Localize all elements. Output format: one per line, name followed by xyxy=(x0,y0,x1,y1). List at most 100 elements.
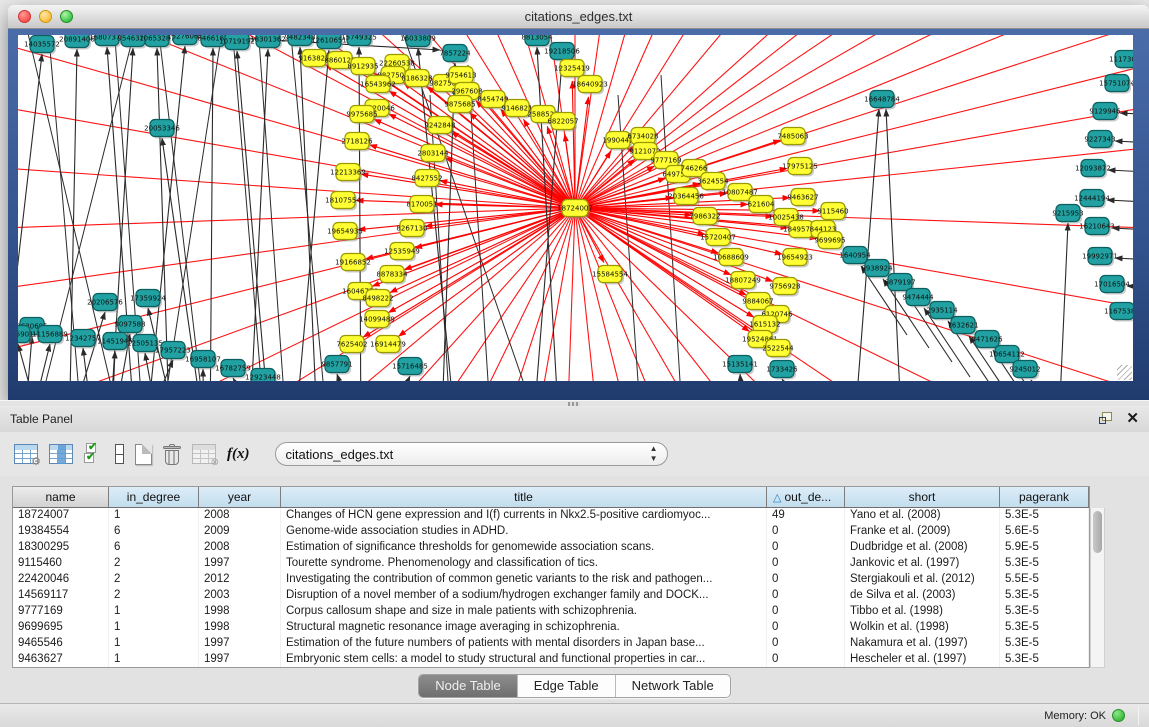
graph-node-yellow[interactable]: 9699695 xyxy=(814,232,845,251)
cell-year[interactable]: 1997 xyxy=(199,652,281,667)
cell-in_degree[interactable]: 1 xyxy=(109,620,199,636)
delete-table-button[interactable]: ⊗ xyxy=(192,444,216,464)
graph-node-yellow[interactable]: 8427552 xyxy=(411,170,442,189)
cell-pagerank[interactable]: 5.3E-5 xyxy=(1000,556,1089,572)
table-row[interactable]: 911546021997Tourette syndrome. Phenomeno… xyxy=(13,556,1089,572)
graph-node-teal[interactable]: 9227343 xyxy=(1084,131,1115,150)
graph-node-yellow[interactable]: 9242848 xyxy=(424,117,455,136)
graph-node-yellow[interactable]: 8912935 xyxy=(347,58,378,77)
cell-name[interactable]: 19384554 xyxy=(13,524,109,540)
cell-year[interactable]: 2009 xyxy=(199,524,281,540)
cell-out_de[interactable]: 0 xyxy=(767,636,845,652)
show-columns-button[interactable] xyxy=(49,444,73,464)
cell-pagerank[interactable]: 5.3E-5 xyxy=(1000,620,1089,636)
table-row[interactable]: 946554611997Estimation of the future num… xyxy=(13,636,1089,652)
graph-node-yellow[interactable]: 10688609 xyxy=(713,249,749,268)
cell-title[interactable]: Estimation of significance thresholds fo… xyxy=(281,540,767,556)
cell-title[interactable]: Tourette syndrome. Phenomenology and cla… xyxy=(281,556,767,572)
graph-node-teal[interactable]: 7857224 xyxy=(439,45,471,64)
cell-title[interactable]: Structural magnetic resonance image aver… xyxy=(281,620,767,636)
graph-node-teal[interactable]: 12093872 xyxy=(1075,160,1111,179)
graph-node-teal[interactable]: 8813054 xyxy=(521,35,553,48)
cell-year[interactable]: 2008 xyxy=(199,508,281,524)
row-height-button[interactable] xyxy=(115,444,124,464)
tab-edge-table[interactable]: Edge Table xyxy=(518,675,616,697)
graph-node-yellow[interactable]: 19654935 xyxy=(327,223,363,242)
graph-node-yellow[interactable]: 2522544 xyxy=(762,340,794,359)
cell-short[interactable]: Hescheler et al. (1997) xyxy=(845,652,1000,667)
cell-out_de[interactable]: 0 xyxy=(767,556,845,572)
close-panel-icon[interactable]: ✕ xyxy=(1126,412,1139,426)
cell-short[interactable]: Jankovic et al. (1997) xyxy=(845,556,1000,572)
cell-out_de[interactable]: 0 xyxy=(767,524,845,540)
graph-node-teal[interactable]: 19992971 xyxy=(1082,248,1118,267)
window-titlebar[interactable]: citations_edges.txt xyxy=(8,5,1149,29)
cell-year[interactable]: 1997 xyxy=(199,556,281,572)
table-row[interactable]: 2242004622012Investigating the contribut… xyxy=(13,572,1089,588)
graph-node-teal[interactable]: 9215953 xyxy=(1052,205,1083,224)
cell-title[interactable]: Genome-wide association studies in ADHD. xyxy=(281,524,767,540)
network-canvas[interactable]: 1403557220891406168073739546327106532871… xyxy=(18,35,1133,381)
column-header-pagerank[interactable]: pagerank xyxy=(1000,487,1089,508)
cell-pagerank[interactable]: 5.3E-5 xyxy=(1000,636,1089,652)
table-chooser-dropdown[interactable]: citations_edges.txt ▲▼ xyxy=(275,442,668,466)
cell-short[interactable]: de Silva et al. (2003) xyxy=(845,588,1000,604)
table-row[interactable]: 969969511998Structural magnetic resonanc… xyxy=(13,620,1089,636)
graph-node-teal[interactable]: 16648784 xyxy=(864,91,900,110)
graph-node-teal[interactable]: 17359924 xyxy=(130,290,166,309)
cell-short[interactable]: Stergiakouli et al. (2012) xyxy=(845,572,1000,588)
graph-node-yellow[interactable]: 7485063 xyxy=(777,128,808,147)
select-rows-button[interactable]: ✔✔ xyxy=(84,443,104,465)
graph-node-yellow[interactable]: 14099489 xyxy=(359,311,395,330)
graph-node-teal[interactable]: 15716485 xyxy=(392,358,428,377)
resize-grip-icon[interactable] xyxy=(1117,365,1132,380)
graph-node-teal[interactable]: 16033809 xyxy=(400,35,436,49)
graph-node-teal[interactable]: 12444194 xyxy=(1074,190,1110,209)
cell-name[interactable]: 9115460 xyxy=(13,556,109,572)
graph-node-yellow[interactable]: 7986322 xyxy=(689,208,720,227)
graph-node-yellow[interactable]: 16914479 xyxy=(370,336,406,355)
create-column-button[interactable] xyxy=(135,444,152,465)
delete-columns-button[interactable] xyxy=(163,444,181,465)
cell-title[interactable]: Embryonic stem cells: a model to study s… xyxy=(281,652,767,667)
graph-node-yellow[interactable]: 2718126 xyxy=(341,133,373,152)
cell-name[interactable]: 9465546 xyxy=(13,636,109,652)
table-row[interactable]: 1872400712008Changes of HCN gene express… xyxy=(13,508,1089,524)
graph-node-teal[interactable]: 9857791 xyxy=(321,356,352,375)
cell-name[interactable]: 9463627 xyxy=(13,652,109,667)
cell-title[interactable]: Changes of HCN gene expression and I(f) … xyxy=(281,508,767,524)
graph-node-yellow[interactable]: 18107554 xyxy=(325,192,361,211)
cell-pagerank[interactable]: 5.5E-5 xyxy=(1000,572,1089,588)
cell-in_degree[interactable]: 1 xyxy=(109,652,199,667)
cell-title[interactable]: Estimation of the future numbers of pati… xyxy=(281,636,767,652)
cell-pagerank[interactable]: 5.6E-5 xyxy=(1000,524,1089,540)
cell-year[interactable]: 2008 xyxy=(199,540,281,556)
cell-title[interactable]: Disruption of a novel member of a sodium… xyxy=(281,588,767,604)
column-header-name[interactable]: name xyxy=(13,487,109,508)
function-builder-button[interactable]: f(x) xyxy=(227,446,250,463)
graph-node-teal[interactable]: 9474444 xyxy=(902,289,934,308)
graph-node-yellow[interactable]: 9463627 xyxy=(787,189,818,208)
graph-node-yellow[interactable]: 19166852 xyxy=(335,254,371,273)
graph-node-yellow[interactable]: 8170051 xyxy=(406,196,437,215)
cell-year[interactable]: 1998 xyxy=(199,604,281,620)
graph-node-teal[interactable]: 11173054 xyxy=(1109,51,1133,70)
cell-pagerank[interactable]: 5.9E-5 xyxy=(1000,540,1089,556)
tab-network-table[interactable]: Network Table xyxy=(616,675,730,697)
cell-name[interactable]: 9777169 xyxy=(13,604,109,620)
cell-name[interactable]: 9699695 xyxy=(13,620,109,636)
graph-node-yellow[interactable]: 12535949 xyxy=(384,243,420,262)
graph-node-yellow[interactable]: 15584554 xyxy=(592,266,628,285)
cell-in_degree[interactable]: 2 xyxy=(109,556,199,572)
graph-node-yellow[interactable]: 8186328 xyxy=(401,70,432,89)
cell-pagerank[interactable]: 5.3E-5 xyxy=(1000,652,1089,667)
graph-node-teal[interactable]: 17016504 xyxy=(1094,276,1130,295)
column-header-out_de[interactable]: △out_de... xyxy=(767,487,845,508)
cell-name[interactable]: 22420046 xyxy=(13,572,109,588)
cell-short[interactable]: Franke et al. (2009) xyxy=(845,524,1000,540)
cell-short[interactable]: Wolkin et al. (1998) xyxy=(845,620,1000,636)
cell-in_degree[interactable]: 2 xyxy=(109,588,199,604)
cell-in_degree[interactable]: 1 xyxy=(109,604,199,620)
cell-name[interactable]: 14569117 xyxy=(13,588,109,604)
cell-out_de[interactable]: 0 xyxy=(767,572,845,588)
